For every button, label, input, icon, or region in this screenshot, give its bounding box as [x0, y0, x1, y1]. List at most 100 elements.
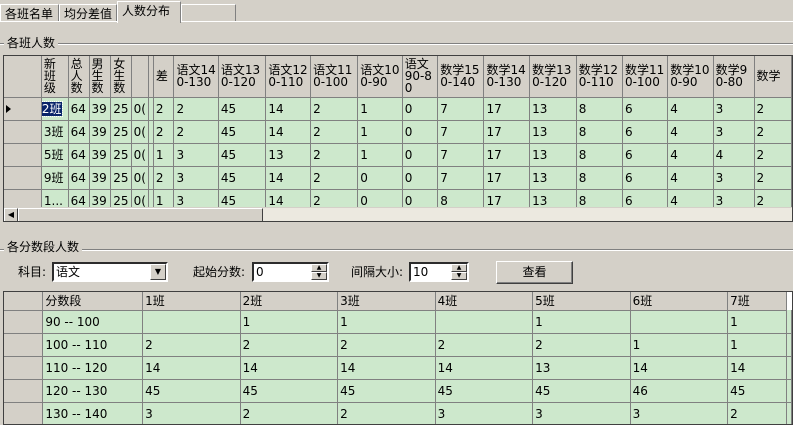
row-indicator[interactable]: [4, 143, 42, 167]
table-cell[interactable]: 64: [68, 166, 90, 190]
scroll-left-icon[interactable]: ◀: [4, 208, 18, 221]
col-header-female[interactable]: 女生数: [110, 56, 132, 98]
table-cell[interactable]: 64: [68, 143, 90, 167]
tab-class-roster[interactable]: 各班名单: [0, 4, 59, 22]
table-cell[interactable]: 1: [357, 143, 403, 167]
table-cell[interactable]: 17: [483, 97, 531, 121]
table-cell[interactable]: 45: [727, 379, 787, 403]
row-indicator[interactable]: [4, 356, 44, 380]
table-cell[interactable]: 8: [576, 166, 623, 190]
table-cell[interactable]: 39: [89, 143, 112, 167]
table-cell[interactable]: 25: [110, 120, 132, 144]
col-header-math-110-100[interactable]: 数学110-100: [622, 56, 669, 98]
table-cell[interactable]: 2: [754, 97, 792, 121]
table-cell[interactable]: 2: [310, 166, 359, 190]
col-header-class-2[interactable]: 2班: [240, 292, 339, 311]
table-cell[interactable]: 2: [240, 402, 339, 424]
table-cell[interactable]: 14: [630, 356, 729, 380]
table-cell[interactable]: 0(: [131, 120, 149, 144]
table-cell[interactable]: 14: [265, 166, 312, 190]
tab-count-distribution[interactable]: 人数分布: [117, 1, 181, 23]
table-cell[interactable]: 2: [240, 333, 339, 357]
table-cell[interactable]: 2: [173, 97, 219, 121]
table-cell[interactable]: 25: [110, 97, 132, 121]
table-cell[interactable]: 0: [357, 166, 403, 190]
table-cell[interactable]: 14: [265, 120, 312, 144]
table-cell[interactable]: 4: [713, 143, 755, 167]
col-header-class-7[interactable]: 7班: [727, 292, 787, 311]
table-cell[interactable]: 13: [529, 97, 577, 121]
table-cell[interactable]: 13: [529, 143, 577, 167]
table-cell[interactable]: 6: [622, 97, 669, 121]
table-cell[interactable]: 13: [265, 143, 312, 167]
col-header-math-140-130[interactable]: 数学140-130: [483, 56, 531, 98]
interval-stepper[interactable]: 10 ▲ ▼: [409, 262, 469, 282]
table-cell[interactable]: 2: [337, 333, 436, 357]
table-cell[interactable]: 64: [68, 120, 90, 144]
spin-down-icon[interactable]: ▼: [311, 272, 327, 280]
table-cell[interactable]: 1: [630, 333, 729, 357]
table-row[interactable]: 130 -- 140 3 2 2 3 3 3 2: [4, 402, 792, 424]
table-cell[interactable]: 1: [357, 97, 403, 121]
table-cell[interactable]: 2: [727, 402, 787, 424]
table-cell[interactable]: 17: [483, 143, 531, 167]
col-header-class-1[interactable]: 1班: [142, 292, 241, 311]
col-header-diff[interactable]: 差: [153, 56, 175, 98]
table-cell[interactable]: 0(: [131, 143, 149, 167]
table-cell[interactable]: 7: [437, 120, 485, 144]
table-cell[interactable]: 0: [402, 166, 439, 190]
table-cell[interactable]: 13: [532, 356, 631, 380]
table-row[interactable]: 5班 64 39 25 0(1 3 45 13 2 1 0 7 17 13 8 6 4 4 2: [4, 143, 792, 167]
table-cell[interactable]: 45: [218, 143, 267, 167]
table-cell[interactable]: 39: [89, 166, 112, 190]
col-header-male[interactable]: 男生数: [89, 56, 112, 98]
col-header-chinese-100-90[interactable]: 语文100-90: [357, 56, 403, 98]
table-cell[interactable]: 5班: [41, 143, 69, 167]
table-cell[interactable]: 0(: [131, 97, 149, 121]
table-row[interactable]: 3班 64 39 25 0(2 2 45 14 2 1 0 7 17 13 8 6 4 3 2: [4, 120, 792, 144]
scroll-thumb[interactable]: [18, 208, 263, 221]
table-cell[interactable]: [630, 310, 729, 334]
table-cell[interactable]: 17: [483, 120, 531, 144]
table-cell[interactable]: 1: [532, 310, 631, 334]
table-cell[interactable]: 110 -- 120: [42, 356, 144, 380]
chevron-down-icon[interactable]: ▼: [150, 264, 166, 280]
table-cell[interactable]: 17: [483, 166, 531, 190]
table-cell[interactable]: 25: [110, 143, 132, 167]
table-cell[interactable]: 1: [240, 310, 339, 334]
table-cell[interactable]: 13: [529, 166, 577, 190]
row-indicator[interactable]: [4, 166, 42, 190]
table-cell[interactable]: 0: [402, 97, 439, 121]
col-header-chinese-120-110[interactable]: 语文120-110: [265, 56, 312, 98]
table-cell[interactable]: 2: [142, 333, 241, 357]
col-header-math-120-110[interactable]: 数学120-110: [576, 56, 623, 98]
table-cell[interactable]: 4: [667, 120, 714, 144]
table-cell[interactable]: 8: [576, 120, 623, 144]
row-indicator[interactable]: [4, 120, 42, 144]
col-header-math-more[interactable]: 数学: [754, 56, 792, 98]
table-cell[interactable]: 2: [754, 143, 792, 167]
col-header-score-band[interactable]: 分数段: [42, 292, 144, 311]
table-cell[interactable]: 2: [153, 97, 175, 121]
table-cell[interactable]: 45: [435, 379, 534, 403]
class-count-grid[interactable]: 新班级 总人数 男生数 女生数 差 语文140-130 语文130-120 语文…: [3, 55, 793, 222]
row-indicator[interactable]: [4, 402, 44, 424]
table-row[interactable]: 9班 64 39 25 0(2 3 45 14 2 0 0 7 17 13 8 6 4 3 2: [4, 166, 792, 190]
table-cell[interactable]: 14: [240, 356, 339, 380]
table-cell[interactable]: 7: [437, 97, 485, 121]
table-row[interactable]: 90 -- 100 1 1 1 1: [4, 310, 792, 334]
table-cell[interactable]: 45: [337, 379, 436, 403]
table-cell[interactable]: 3: [142, 402, 241, 424]
table-cell[interactable]: 0: [402, 120, 439, 144]
row-indicator[interactable]: [4, 310, 44, 334]
table-cell[interactable]: 39: [89, 97, 112, 121]
table-cell[interactable]: 3: [713, 120, 755, 144]
row-indicator[interactable]: [4, 333, 44, 357]
row-indicator[interactable]: [4, 379, 44, 403]
col-header-class-6[interactable]: 6班: [630, 292, 729, 311]
table-cell[interactable]: 14: [435, 356, 534, 380]
table-cell[interactable]: 2: [173, 120, 219, 144]
table-cell[interactable]: 6: [622, 166, 669, 190]
horizontal-scrollbar[interactable]: ◀: [4, 207, 792, 221]
col-header-math-150-140[interactable]: 数学150-140: [437, 56, 485, 98]
